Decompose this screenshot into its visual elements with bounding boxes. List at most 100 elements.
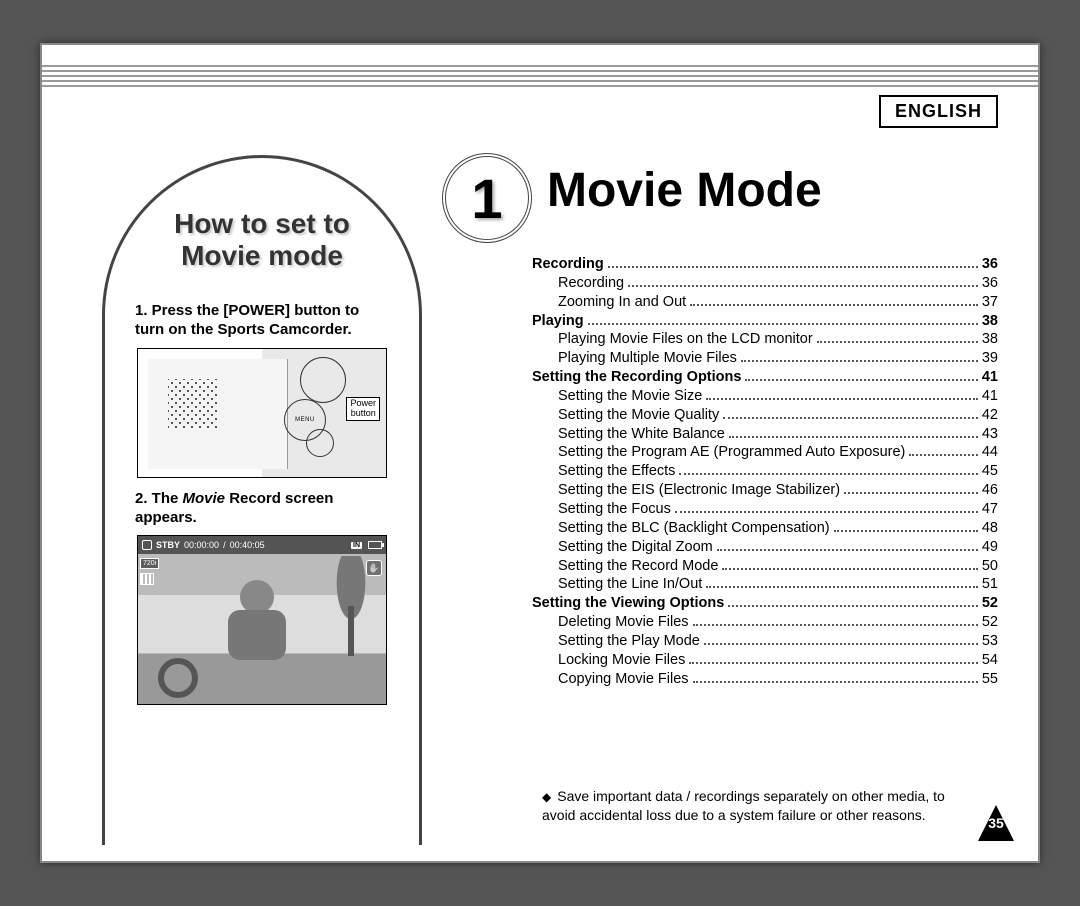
- toc-label: Setting the Line In/Out: [558, 575, 702, 594]
- lcd-topbar: STBY 00:00:00 / 00:40:05 IN: [138, 536, 386, 554]
- language-badge: ENGLISH: [879, 95, 998, 128]
- toc-label: Recording: [558, 274, 624, 293]
- toc-leader-dots: [588, 323, 978, 325]
- resolution-badge: 720i: [140, 558, 159, 569]
- toc-page-number: 55: [982, 670, 998, 689]
- toc-page-number: 38: [982, 330, 998, 349]
- diamond-bullet-icon: ◆: [542, 789, 551, 805]
- table-of-contents: Recording36Recording36Zooming In and Out…: [532, 255, 998, 688]
- toc-leader-dots: [628, 285, 978, 287]
- toc-page-number: 37: [982, 293, 998, 312]
- toc-page-number: 52: [982, 613, 998, 632]
- lcd-status: STBY: [156, 540, 180, 550]
- toc-label: Locking Movie Files: [558, 651, 685, 670]
- toc-page-number: 52: [982, 594, 998, 613]
- toc-page-number: 53: [982, 632, 998, 651]
- toc-entry: Setting the Movie Quality42: [532, 406, 998, 425]
- toc-entry: Locking Movie Files 54: [532, 651, 998, 670]
- toc-page-number: 41: [982, 387, 998, 406]
- toc-heading: Setting the Viewing Options 52: [532, 594, 998, 613]
- camcorder-diagram: Power button: [137, 348, 387, 478]
- toc-label: Setting the White Balance: [558, 425, 725, 444]
- toc-label: Setting the Effects: [558, 462, 675, 481]
- toc-entry: Setting the White Balance 43: [532, 425, 998, 444]
- toc-label: Setting the Focus: [558, 500, 671, 519]
- toc-leader-dots: [679, 473, 977, 475]
- toc-leader-dots: [608, 266, 978, 268]
- step-1-text: 1. Press the [POWER] button to turn on t…: [135, 302, 389, 340]
- manual-page: ENGLISH How to set to Movie mode 1. Pres…: [40, 43, 1040, 863]
- toc-leader-dots: [745, 379, 977, 381]
- lcd-preview: STBY 00:00:00 / 00:40:05 IN 720i ✋: [137, 535, 387, 705]
- step-2-text: 2. The Movie Record screen appears.: [135, 490, 389, 528]
- toc-label: Setting the Viewing Options: [532, 594, 724, 613]
- toc-leader-dots: [706, 398, 978, 400]
- toc-leader-dots: [844, 492, 978, 494]
- toc-entry: Zooming In and Out 37: [532, 293, 998, 312]
- toc-leader-dots: [706, 586, 978, 588]
- toc-entry: Setting the Digital Zoom49: [532, 538, 998, 557]
- toc-entry: Setting the Focus47: [532, 500, 998, 519]
- chapter-number-badge: 1: [442, 153, 532, 243]
- toc-label: Setting the Program AE (Programmed Auto …: [558, 443, 905, 462]
- howto-title: How to set to Movie mode: [129, 208, 395, 272]
- toc-leader-dots: [722, 568, 977, 570]
- toc-label: Copying Movie Files: [558, 670, 689, 689]
- toc-leader-dots: [693, 681, 978, 683]
- power-dial-icon: [300, 357, 346, 403]
- howto-title-line2: Movie mode: [181, 240, 343, 271]
- toc-leader-dots: [741, 360, 978, 362]
- toc-page-number: 46: [982, 481, 998, 500]
- toc-page-number: 42: [982, 406, 998, 425]
- toc-label: Recording: [532, 255, 604, 274]
- battery-icon: [368, 541, 382, 549]
- toc-leader-dots: [675, 511, 978, 513]
- storage-in-badge: IN: [351, 542, 362, 549]
- toc-leader-dots: [909, 454, 977, 456]
- footer-note: ◆Save important data / recordings separa…: [542, 787, 968, 825]
- lcd-elapsed: 00:00:00: [184, 540, 219, 550]
- decorative-stripes: [42, 65, 1038, 87]
- toc-label: Setting the Record Mode: [558, 557, 718, 576]
- toc-entry: Setting the Program AE (Programmed Auto …: [532, 443, 998, 462]
- toc-page-number: 39: [982, 349, 998, 368]
- power-button-callout: Power button: [346, 397, 380, 421]
- toc-leader-dots: [704, 643, 978, 645]
- toc-entry: Setting the Play Mode 53: [532, 632, 998, 651]
- toc-entry: Recording36: [532, 274, 998, 293]
- toc-page-number: 48: [982, 519, 998, 538]
- lcd-remaining: 00:40:05: [230, 540, 265, 550]
- page-number-badge: 35: [976, 803, 1016, 843]
- toc-entry: Setting the Record Mode50: [532, 557, 998, 576]
- toc-entry: Setting the Effects 45: [532, 462, 998, 481]
- toc-entry: Deleting Movie Files52: [532, 613, 998, 632]
- lcd-left-icons: 720i: [140, 558, 159, 585]
- note-text: Save important data / recordings separat…: [542, 788, 945, 823]
- toc-label: Setting the Digital Zoom: [558, 538, 713, 557]
- film-quality-icon: [140, 573, 154, 585]
- toc-entry: Setting the Movie Size41: [532, 387, 998, 406]
- toc-leader-dots: [834, 530, 978, 532]
- toc-entry: Playing Multiple Movie Files39: [532, 349, 998, 368]
- toc-leader-dots: [817, 341, 978, 343]
- toc-page-number: 41: [982, 368, 998, 387]
- howto-title-line1: How to set to: [174, 208, 350, 239]
- toc-entry: Setting the EIS (Electronic Image Stabil…: [532, 481, 998, 500]
- toc-label: Setting the Play Mode: [558, 632, 700, 651]
- toc-page-number: 43: [982, 425, 998, 444]
- toc-page-number: 45: [982, 462, 998, 481]
- toc-page-number: 44: [982, 443, 998, 462]
- toc-label: Playing Movie Files on the LCD monitor: [558, 330, 813, 349]
- toc-entry: Copying Movie Files 55: [532, 670, 998, 689]
- toc-heading: Recording36: [532, 255, 998, 274]
- scene-wheel: [158, 658, 198, 698]
- toc-label: Zooming In and Out: [558, 293, 686, 312]
- toc-leader-dots: [723, 417, 978, 419]
- toc-page-number: 38: [982, 312, 998, 331]
- toc-entry: Playing Movie Files on the LCD monitor 38: [532, 330, 998, 349]
- howto-panel: How to set to Movie mode 1. Press the [P…: [102, 155, 422, 845]
- toc-page-number: 54: [982, 651, 998, 670]
- toc-label: Setting the Recording Options: [532, 368, 741, 387]
- toc-leader-dots: [690, 304, 978, 306]
- chapter-title: Movie Mode: [547, 163, 822, 218]
